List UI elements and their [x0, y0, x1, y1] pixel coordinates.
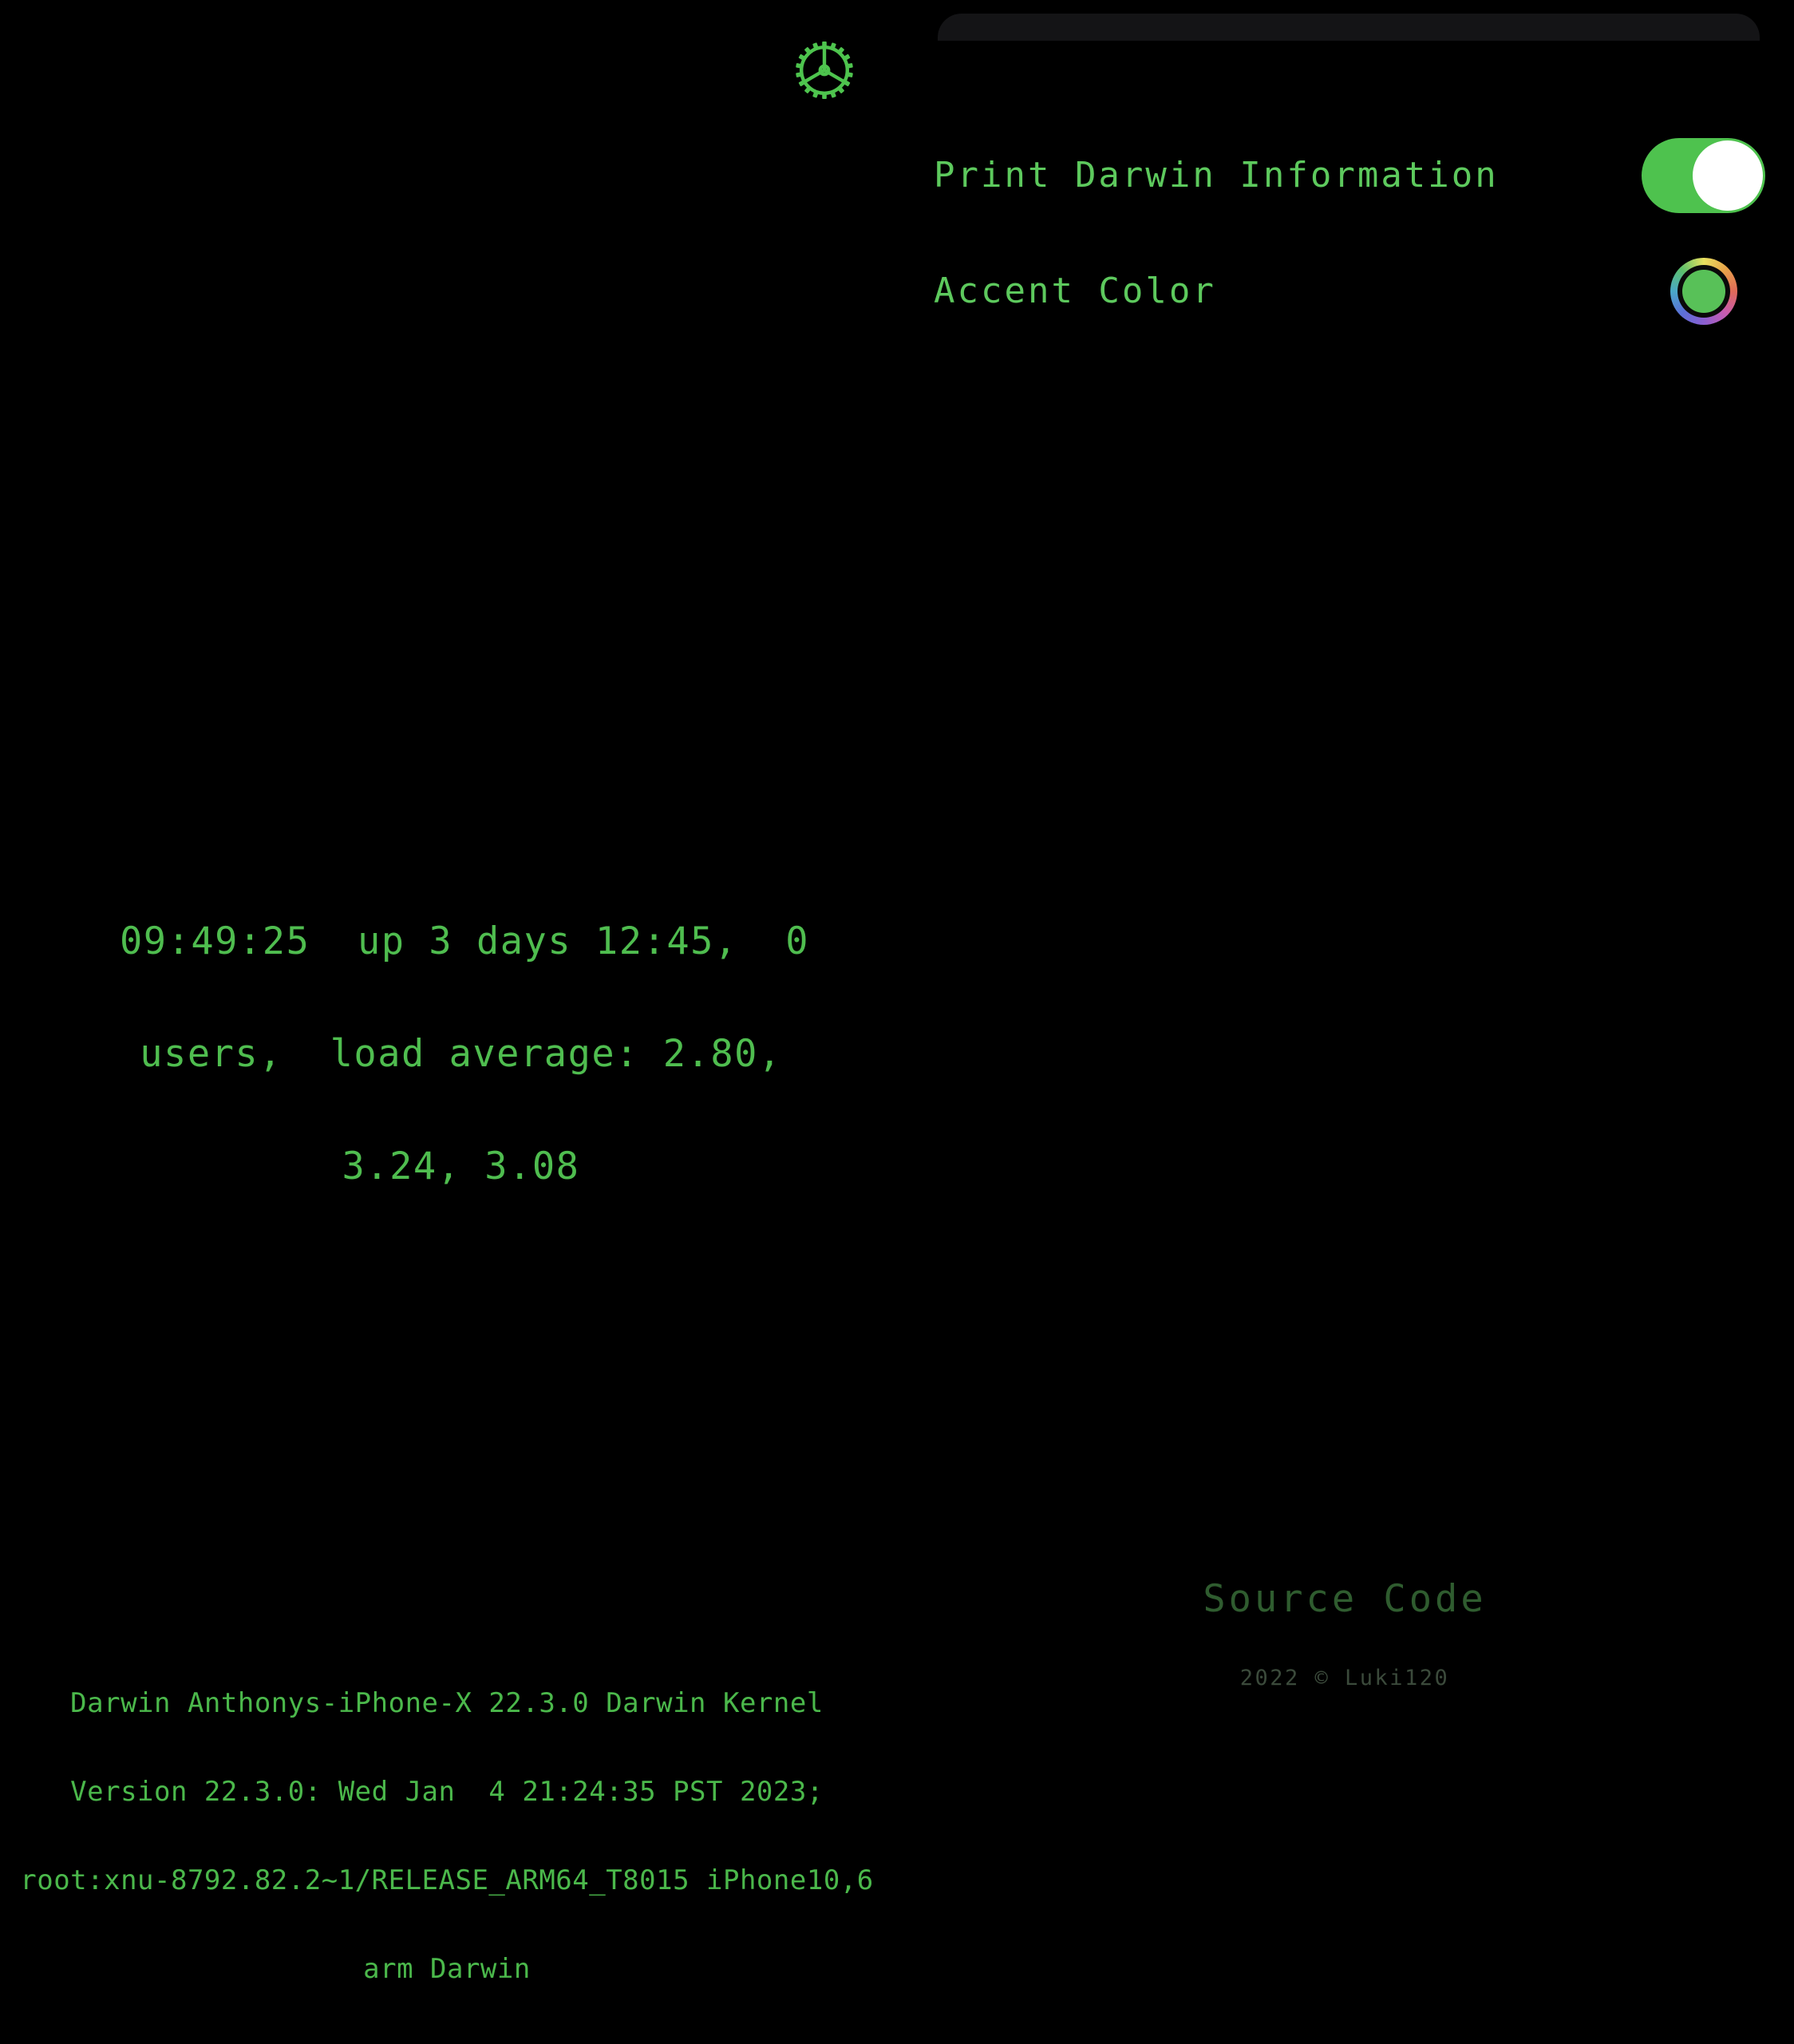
- accent-color-well[interactable]: [1670, 258, 1737, 325]
- settings-list: Print Darwin Information Accent Color: [934, 136, 1768, 331]
- kernel-line: root:xnu-8792.82.2~1/RELEASE_ARM64_T8015…: [20, 1864, 874, 1896]
- accent-color-label: Accent Color: [934, 271, 1216, 311]
- darwin-kernel-info: Darwin Anthonys-iPhone-X 22.3.0 Darwin K…: [0, 1630, 894, 2043]
- settings-row-print-darwin-information[interactable]: Print Darwin Information: [934, 136, 1768, 215]
- settings-sheet-panel[interactable]: [938, 14, 1760, 41]
- kernel-line: Darwin Anthonys-iPhone-X 22.3.0 Darwin K…: [70, 1687, 824, 1719]
- source-code-link[interactable]: Source Code: [1093, 1580, 1596, 1618]
- print-darwin-information-toggle[interactable]: [1642, 138, 1765, 213]
- kernel-line: Version 22.3.0: Wed Jan 4 21:24:35 PST 2…: [70, 1776, 824, 1808]
- copyright-text: 2022 © Luki120: [1239, 1666, 1450, 1690]
- settings-row-accent-color[interactable]: Accent Color: [934, 251, 1768, 331]
- color-well-swatch: [1682, 270, 1725, 313]
- print-darwin-information-label: Print Darwin Information: [934, 155, 1499, 196]
- uptime-line: users, load average: 2.80,: [140, 1032, 782, 1076]
- toggle-knob: [1693, 140, 1763, 211]
- uptime-line: 3.24, 3.08: [342, 1145, 580, 1188]
- app-root: Print Darwin Information Accent Color 09…: [0, 0, 1794, 1984]
- gear-icon[interactable]: [792, 38, 856, 102]
- uptime-readout: 09:49:25 up 3 days 12:45, 0 users, load …: [120, 848, 810, 1260]
- uptime-line: 09:49:25 up 3 days 12:45, 0: [120, 919, 810, 963]
- kernel-line: arm Darwin: [363, 1953, 531, 1985]
